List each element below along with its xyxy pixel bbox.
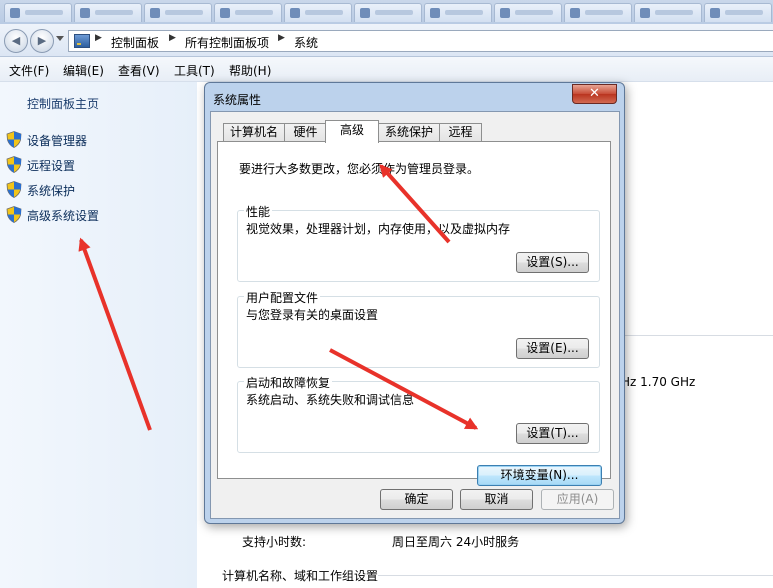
startup-recovery-settings-button[interactable]: 设置(T)...: [516, 423, 589, 444]
forward-button[interactable]: ▶: [30, 29, 54, 53]
sidebar-item-label: 设备管理器: [27, 134, 88, 148]
window-tab[interactable]: [634, 3, 702, 22]
dialog-body: 计算机名 硬件 高级 系统保护 远程 要进行大多数更改，您必须作为管理员登录。 …: [210, 111, 620, 519]
left-task-pane: 控制面板主页 设备管理器 远程设置 系统保护 高级系统设置: [0, 82, 197, 588]
startup-recovery-group: 启动和故障恢复 系统启动、系统失败和调试信息 设置(T)...: [237, 374, 600, 453]
tab-advanced[interactable]: 高级: [325, 120, 379, 143]
group-description: 与您登录有关的桌面设置: [246, 308, 379, 322]
admin-note: 要进行大多数更改，您必须作为管理员登录。: [239, 162, 480, 176]
sidebar-item-label: 系统保护: [27, 184, 76, 198]
support-hours-label: 支持小时数:: [242, 535, 307, 549]
breadcrumb-system[interactable]: 系统: [294, 34, 318, 51]
window-tab[interactable]: [214, 3, 282, 22]
window-tab[interactable]: [564, 3, 632, 22]
window-tab[interactable]: [144, 3, 212, 22]
ok-button[interactable]: 确定: [380, 489, 453, 510]
control-panel-icon: [74, 34, 90, 48]
divider: [378, 575, 773, 576]
menu-bar: 文件(F) 编辑(E) 查看(V) 工具(T) 帮助(H): [0, 57, 773, 82]
tab-hardware[interactable]: 硬件: [284, 123, 327, 142]
system-properties-dialog: 系统属性 ✕ 计算机名 硬件 高级 系统保护 远程 要进行大多数更改，您必须作为…: [204, 82, 625, 524]
breadcrumb-all-items[interactable]: 所有控制面板项: [185, 34, 269, 51]
address-bar[interactable]: ▶ 控制面板 ▶ 所有控制面板项 ▶ 系统: [68, 30, 773, 52]
tab-remote[interactable]: 远程: [439, 123, 482, 142]
window-tab[interactable]: [284, 3, 352, 22]
navigation-bar: ◀ ▶ ▶ 控制面板 ▶ 所有控制面板项 ▶ 系统: [0, 24, 773, 57]
tab-computer-name[interactable]: 计算机名: [223, 123, 285, 142]
breadcrumb-separator-icon[interactable]: ▶: [169, 33, 176, 43]
breadcrumb-separator-icon[interactable]: ▶: [278, 33, 285, 43]
user-profiles-settings-button[interactable]: 设置(E)...: [516, 338, 589, 359]
processor-speed-text: Hz 1.70 GHz: [621, 375, 696, 389]
divider: [622, 335, 773, 336]
group-legend: 性能: [244, 203, 273, 220]
menu-file[interactable]: 文件(F): [9, 62, 49, 79]
window-tab[interactable]: [424, 3, 492, 22]
group-description: 视觉效果，处理器计划，内存使用，以及虚拟内存: [246, 222, 511, 236]
advanced-tab-panel: 要进行大多数更改，您必须作为管理员登录。 性能 视觉效果，处理器计划，内存使用，…: [217, 141, 611, 486]
dialog-title: 系统属性: [213, 93, 262, 107]
tab-system-protection[interactable]: 系统保护: [378, 123, 440, 142]
shield-icon: [6, 181, 22, 198]
shield-icon: [6, 156, 22, 173]
window-tab[interactable]: [4, 3, 72, 22]
menu-tools[interactable]: 工具(T): [174, 62, 215, 79]
group-legend: 启动和故障恢复: [244, 374, 333, 391]
shield-icon: [6, 131, 22, 148]
window-tab-strip: [0, 0, 773, 25]
breadcrumb-separator-icon[interactable]: ▶: [95, 33, 102, 43]
window-tab[interactable]: [704, 3, 772, 22]
close-button[interactable]: ✕: [572, 84, 617, 104]
menu-help[interactable]: 帮助(H): [229, 62, 271, 79]
back-arrow-icon: ◀: [11, 34, 21, 47]
control-panel-home-link[interactable]: 控制面板主页: [27, 95, 99, 112]
menu-edit[interactable]: 编辑(E): [63, 62, 104, 79]
group-description: 系统启动、系统失败和调试信息: [246, 393, 415, 407]
close-icon: ✕: [589, 86, 600, 101]
performance-settings-button[interactable]: 设置(S)...: [516, 252, 589, 273]
menu-view[interactable]: 查看(V): [118, 62, 160, 79]
forward-arrow-icon: ▶: [37, 34, 47, 47]
window-tab[interactable]: [74, 3, 142, 22]
cancel-button[interactable]: 取消: [460, 489, 533, 510]
computer-name-section-title: 计算机名称、域和工作组设置: [222, 569, 379, 583]
group-legend: 用户配置文件: [244, 289, 321, 306]
history-dropdown-icon[interactable]: [56, 36, 64, 41]
back-button[interactable]: ◀: [4, 29, 28, 53]
environment-variables-button[interactable]: 环境变量(N)...: [477, 465, 602, 486]
user-profiles-group: 用户配置文件 与您登录有关的桌面设置 设置(E)...: [237, 289, 600, 368]
sidebar-item-label: 高级系统设置: [27, 209, 100, 223]
support-hours-value: 周日至周六 24小时服务: [392, 535, 520, 549]
apply-button[interactable]: 应用(A): [541, 489, 614, 510]
window-tab[interactable]: [494, 3, 562, 22]
breadcrumb-control-panel[interactable]: 控制面板: [111, 34, 159, 51]
sidebar-item-label: 远程设置: [27, 159, 76, 173]
window-tab[interactable]: [354, 3, 422, 22]
performance-group: 性能 视觉效果，处理器计划，内存使用，以及虚拟内存 设置(S)...: [237, 203, 600, 282]
shield-icon: [6, 206, 22, 223]
